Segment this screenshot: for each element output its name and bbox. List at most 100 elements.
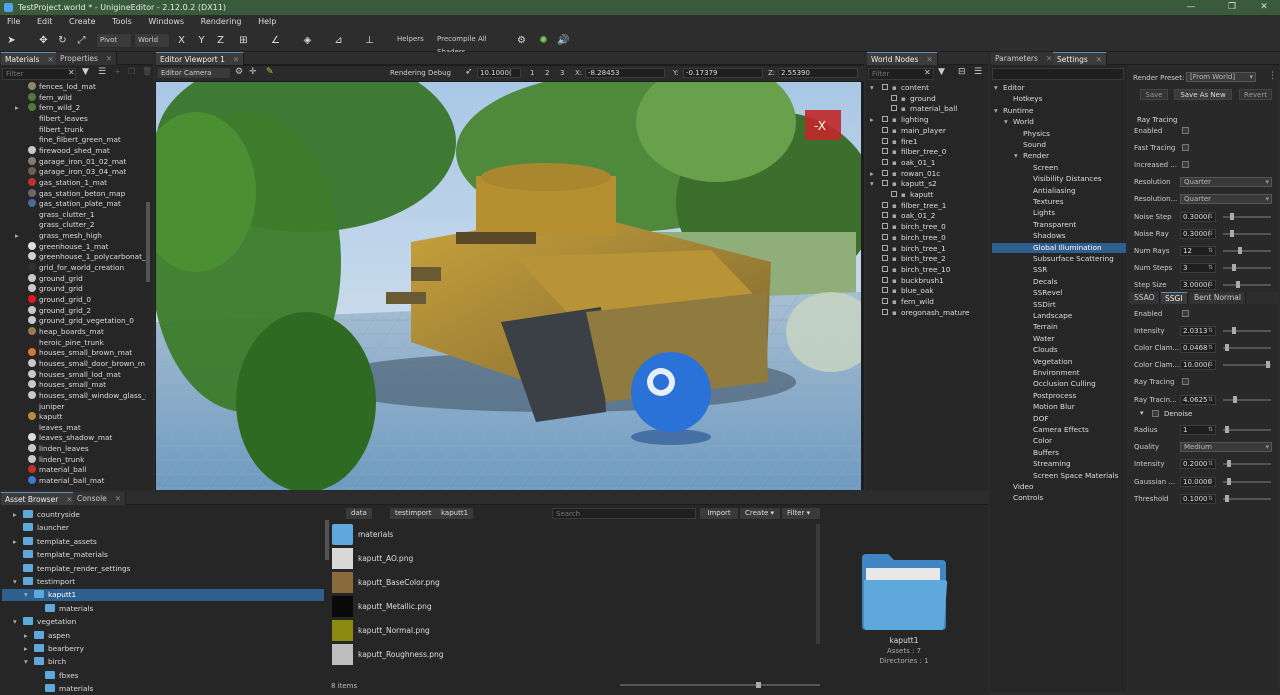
property-slider[interactable] — [1223, 344, 1271, 352]
clear-filter-icon[interactable]: ✕ — [68, 68, 75, 77]
settings-tree-item[interactable]: Motion Blur — [992, 402, 1126, 413]
settings-tree-item[interactable]: Subsurface Scattering — [992, 254, 1126, 265]
world-node-row[interactable]: ▪ buckbrush1 — [870, 276, 986, 287]
slider-knob[interactable] — [1227, 460, 1231, 468]
asset-file-label[interactable]: kaputt_AO.png — [358, 548, 413, 570]
expand-icon[interactable]: ▸ — [15, 231, 19, 242]
property-dropdown[interactable]: Quarter — [1180, 194, 1272, 205]
settings-tree-item[interactable]: Streaming — [992, 459, 1126, 470]
property-slider[interactable] — [1223, 229, 1271, 237]
breadcrumb-testimport[interactable]: testimport — [390, 508, 437, 519]
expand-icon[interactable]: ▸ — [13, 509, 23, 521]
denoise-expand-icon[interactable]: ▾ — [1140, 409, 1144, 417]
expand-icon[interactable]: ▾ — [994, 106, 1003, 117]
crosshair-icon[interactable]: ✛ — [249, 67, 257, 77]
settings-tree-item[interactable]: Physics — [992, 129, 1126, 140]
settings-tree-item[interactable]: Color — [992, 436, 1126, 447]
settings-tree-item[interactable]: Postprocess — [992, 391, 1126, 402]
expand-icon[interactable]: ▾ — [24, 589, 34, 601]
asset-folder-item[interactable]: ▸ aspen — [2, 630, 324, 642]
property-value-field[interactable]: 0.2000 ⇅ — [1180, 459, 1216, 470]
breadcrumb-data[interactable]: data — [346, 508, 372, 519]
settings-tree-item[interactable]: Screen — [992, 163, 1126, 174]
slider-knob[interactable] — [1225, 494, 1229, 502]
asset-folder-item[interactable]: ▾ vegetation — [2, 616, 324, 628]
stepper-arrows-icon[interactable]: ⇅ — [1208, 281, 1213, 289]
visibility-checkbox[interactable] — [882, 126, 888, 133]
revert-button[interactable]: Revert — [1239, 89, 1272, 100]
visibility-checkbox[interactable] — [891, 191, 897, 197]
stepper-arrows-icon[interactable]: ⇅ — [1208, 247, 1213, 255]
property-value-field[interactable]: 1 ⇅ — [1180, 425, 1216, 435]
asset-folder-item[interactable]: ▸ bearberry — [2, 643, 324, 655]
world-node-row[interactable]: ▪ birch_tree_2 — [870, 254, 986, 265]
property-slider[interactable] — [1223, 460, 1271, 468]
list-item[interactable]: greenhouse_1_polycarbonat_m — [0, 252, 146, 263]
list-item[interactable]: filbert_trunk — [0, 125, 146, 136]
list-item[interactable]: ground_grid_vegetation_0 — [0, 316, 146, 327]
delete-icon[interactable]: 🗑 — [142, 67, 152, 76]
list-item[interactable]: material_ball — [0, 465, 146, 476]
tab-console[interactable]: Console ✕ — [73, 492, 127, 505]
axis-z-button[interactable]: Z — [213, 33, 228, 48]
list-item[interactable]: houses_small_brown_mat — [0, 348, 146, 359]
axis-y-button[interactable]: Y — [194, 33, 209, 48]
property-value-field[interactable]: 4.0625 ⇅ — [1180, 394, 1216, 405]
asset-folder-item[interactable]: template_materials — [2, 549, 324, 561]
maximize-icon[interactable]: ❐ — [1214, 0, 1250, 15]
settings-tree-item[interactable]: SSR — [992, 265, 1126, 276]
visibility-checkbox[interactable] — [882, 233, 888, 240]
expand-icon[interactable]: ▾ — [870, 179, 878, 190]
visibility-checkbox[interactable] — [882, 255, 888, 262]
property-slider[interactable] — [1223, 494, 1271, 502]
list-item[interactable]: garage_iron_03_04_mat — [0, 167, 146, 178]
menu-file[interactable]: File — [0, 15, 27, 29]
stepper-arrows-icon[interactable]: ⇅ — [1208, 495, 1213, 503]
list-item[interactable]: houses_small_window_glass_n — [0, 390, 146, 402]
list-item[interactable]: ground_grid_0 — [0, 295, 146, 306]
asset-folder-item[interactable]: materials — [2, 603, 324, 615]
camera-speed-field[interactable]: 10.1000( — [477, 68, 521, 78]
property-value-field[interactable]: 3 ⇅ — [1180, 262, 1216, 273]
world-node-row[interactable]: ▾ ▪ kaputt_s2 — [870, 179, 986, 190]
add-icon[interactable]: + — [114, 67, 121, 76]
list-item[interactable]: gas_station_1_mat — [0, 177, 146, 189]
list-view-icon[interactable]: ☰ — [974, 67, 982, 77]
list-item[interactable]: kaputt — [0, 412, 146, 423]
tab-ssgi[interactable]: SSGI — [1161, 292, 1188, 304]
list-item[interactable]: gas_station_plate_mat — [0, 199, 146, 210]
settings-tree-item[interactable]: Visibility Distances — [992, 174, 1126, 185]
list-item[interactable]: garage_iron_01_02_mat — [0, 156, 146, 168]
property-slider[interactable] — [1223, 327, 1271, 335]
file-list-scrollbar[interactable] — [816, 524, 820, 644]
world-node-row[interactable]: ▪ filber_tree_1 — [870, 201, 986, 212]
world-node-row[interactable]: ▸ ▪ rowan_01c — [870, 169, 986, 180]
visibility-checkbox[interactable] — [882, 169, 888, 176]
asset-search-input[interactable]: Search — [552, 508, 696, 519]
list-item[interactable]: fern_wild — [0, 92, 146, 104]
expand-icon[interactable]: ▾ — [1004, 117, 1013, 128]
slider-knob[interactable] — [1233, 395, 1237, 403]
asset-folder-item[interactable]: ▾ birch — [2, 656, 324, 668]
scale-icon[interactable]: ⤢ — [74, 33, 89, 48]
slider-knob[interactable] — [1230, 212, 1234, 220]
visibility-checkbox[interactable] — [882, 265, 888, 272]
asset-folder-item[interactable]: fbxes — [2, 670, 324, 682]
settings-tree-item[interactable]: Decals — [992, 277, 1126, 288]
snap-grid-icon[interactable]: ⊞ — [236, 33, 251, 48]
world-node-row[interactable]: ▪ fire1 — [870, 137, 986, 148]
list-item[interactable]: houses_small_lod_mat — [0, 369, 146, 381]
slider-knob[interactable] — [1225, 426, 1229, 433]
asset-folder-item[interactable]: template_render_settings — [2, 563, 324, 575]
stepper-arrows-icon[interactable]: ⇅ — [1208, 396, 1213, 404]
snap-scale-icon[interactable]: ◈ — [300, 33, 315, 48]
create-dropdown[interactable]: Create ▾ — [740, 508, 780, 519]
stepper-arrows-icon[interactable]: ⇅ — [1208, 327, 1213, 335]
list-item[interactable]: fine_filbert_green_mat — [0, 135, 146, 146]
move-icon[interactable]: ✥ — [36, 33, 51, 48]
list-item[interactable]: linden_trunk — [0, 454, 146, 466]
settings-tree-item[interactable]: Sound — [992, 140, 1126, 151]
expand-icon[interactable]: ▾ — [1014, 151, 1023, 162]
list-item[interactable]: leaves_mat — [0, 423, 146, 434]
settings-tree-item[interactable]: Landscape — [992, 311, 1126, 322]
